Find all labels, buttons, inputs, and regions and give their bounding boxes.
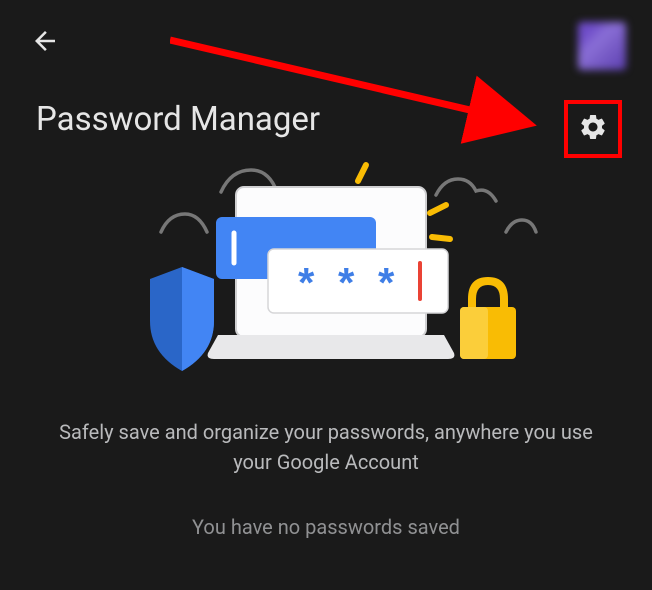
gear-icon	[578, 112, 608, 142]
settings-button[interactable]	[578, 112, 608, 146]
subtitle-text: Safely save and organize your passwords,…	[0, 417, 652, 477]
annotation-highlight-box	[564, 100, 622, 158]
empty-state-text: You have no passwords saved	[0, 515, 652, 539]
back-arrow-icon	[30, 26, 60, 56]
back-button[interactable]	[26, 22, 64, 60]
password-illustration: * * *	[106, 157, 546, 387]
svg-text:*: *	[298, 259, 315, 306]
svg-text:*: *	[338, 259, 355, 306]
page-title: Password Manager	[0, 100, 652, 139]
avatar[interactable]	[578, 22, 626, 70]
svg-text:*: *	[378, 259, 395, 306]
